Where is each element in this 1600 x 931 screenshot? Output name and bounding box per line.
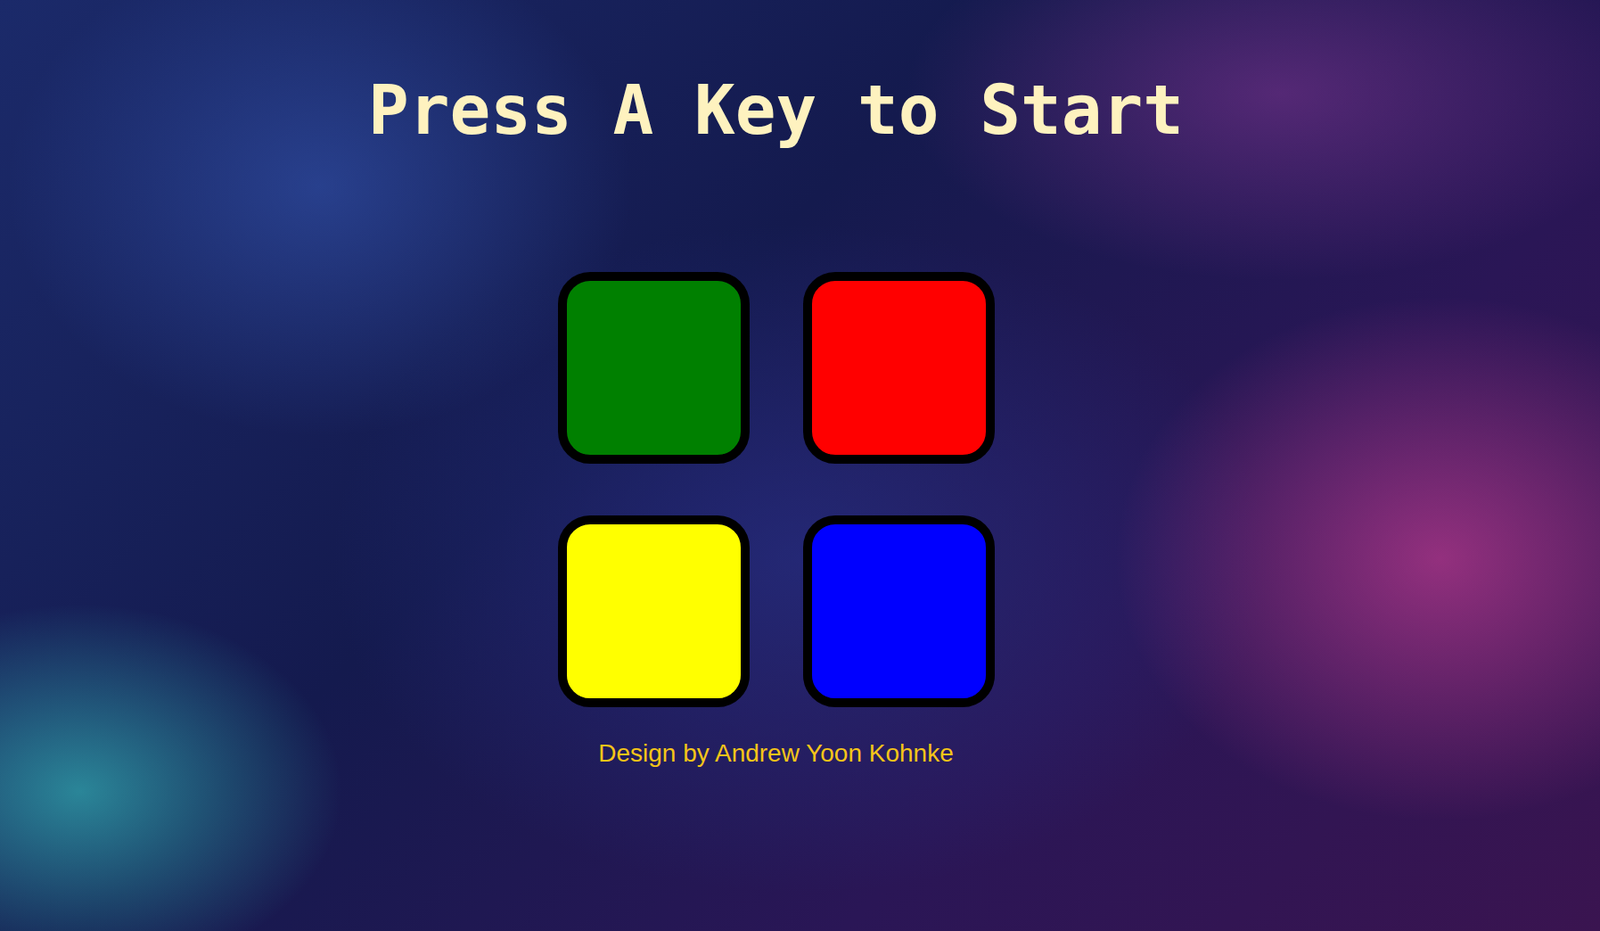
color-pad[interactable]	[557, 271, 750, 464]
pad-board	[557, 271, 995, 707]
color-pad[interactable]	[803, 271, 995, 464]
color-pad[interactable]	[557, 515, 750, 707]
level-title: Press A Key to Start	[368, 68, 1184, 153]
game-screen: Press A Key to Start Design by Andrew Yoo…	[0, 0, 1600, 931]
color-pad[interactable]	[803, 515, 995, 707]
footer-credit: Design by Andrew Yoon Kohnke	[598, 738, 954, 768]
